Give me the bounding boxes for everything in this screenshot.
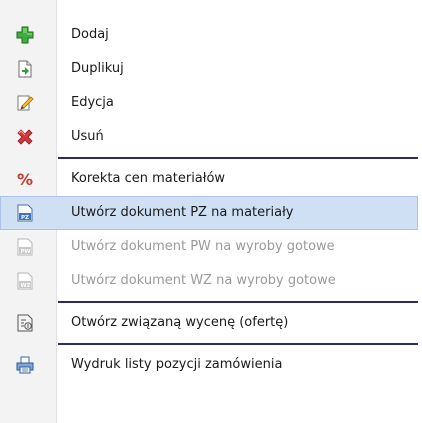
menu-item-duplicate[interactable]: Duplikuj xyxy=(0,52,418,86)
menu-item-create-pw[interactable]: PW Utwórz dokument PW na wyroby gotowe xyxy=(0,230,418,264)
menu-separator xyxy=(58,157,418,159)
context-menu: Dodaj Duplikuj Edycja Usuń % Korekta cen… xyxy=(0,0,422,423)
menu-item-print-list[interactable]: Wydruk listy pozycji zamówienia xyxy=(0,348,418,382)
delete-x-icon xyxy=(16,128,34,146)
printer-icon xyxy=(16,356,34,374)
menu-item-label: Utwórz dokument PW na wyroby gotowe xyxy=(71,239,335,254)
plus-green-icon xyxy=(16,26,34,44)
menu-item-price-correction[interactable]: % Korekta cen materiałów xyxy=(0,162,418,196)
menu-item-label: Otwórz związaną wycenę (ofertę) xyxy=(71,315,289,330)
duplicate-page-icon xyxy=(16,60,34,78)
menu-item-open-quote[interactable]: Otwórz związaną wycenę (ofertę) xyxy=(0,306,418,340)
menu-item-label: Dodaj xyxy=(71,27,109,42)
percent-icon-text: % xyxy=(17,170,33,188)
document-pw-icon: PW xyxy=(16,238,34,256)
document-wz-icon: WZ xyxy=(16,272,34,290)
menu-item-create-pz[interactable]: PZ Utwórz dokument PZ na materiały xyxy=(0,196,418,230)
menu-item-label: Korekta cen materiałów xyxy=(71,171,226,186)
quote-document-icon xyxy=(16,314,34,332)
menu-item-label: Utwórz dokument WZ na wyroby gotowe xyxy=(71,273,336,288)
menu-item-label: Usuń xyxy=(71,129,104,144)
pw-icon-text: PW xyxy=(21,249,31,255)
menu-item-label: Utwórz dokument PZ na materiały xyxy=(71,205,294,220)
menu-item-add[interactable]: Dodaj xyxy=(0,18,418,52)
menu-item-edit[interactable]: Edycja xyxy=(0,86,418,120)
wz-icon-text: WZ xyxy=(21,283,31,289)
document-pz-icon: PZ xyxy=(16,204,34,222)
percent-icon: % xyxy=(16,170,34,188)
menu-item-label: Duplikuj xyxy=(71,61,124,76)
menu-item-delete[interactable]: Usuń xyxy=(0,120,418,154)
edit-pencil-icon xyxy=(16,94,34,112)
menu-item-create-wz[interactable]: WZ Utwórz dokument WZ na wyroby gotowe xyxy=(0,264,418,298)
pz-icon-text: PZ xyxy=(21,215,29,221)
menu-item-label: Wydruk listy pozycji zamówienia xyxy=(71,357,283,372)
menu-item-label: Edycja xyxy=(71,95,114,110)
menu-separator xyxy=(58,343,418,345)
menu-separator xyxy=(58,301,418,303)
